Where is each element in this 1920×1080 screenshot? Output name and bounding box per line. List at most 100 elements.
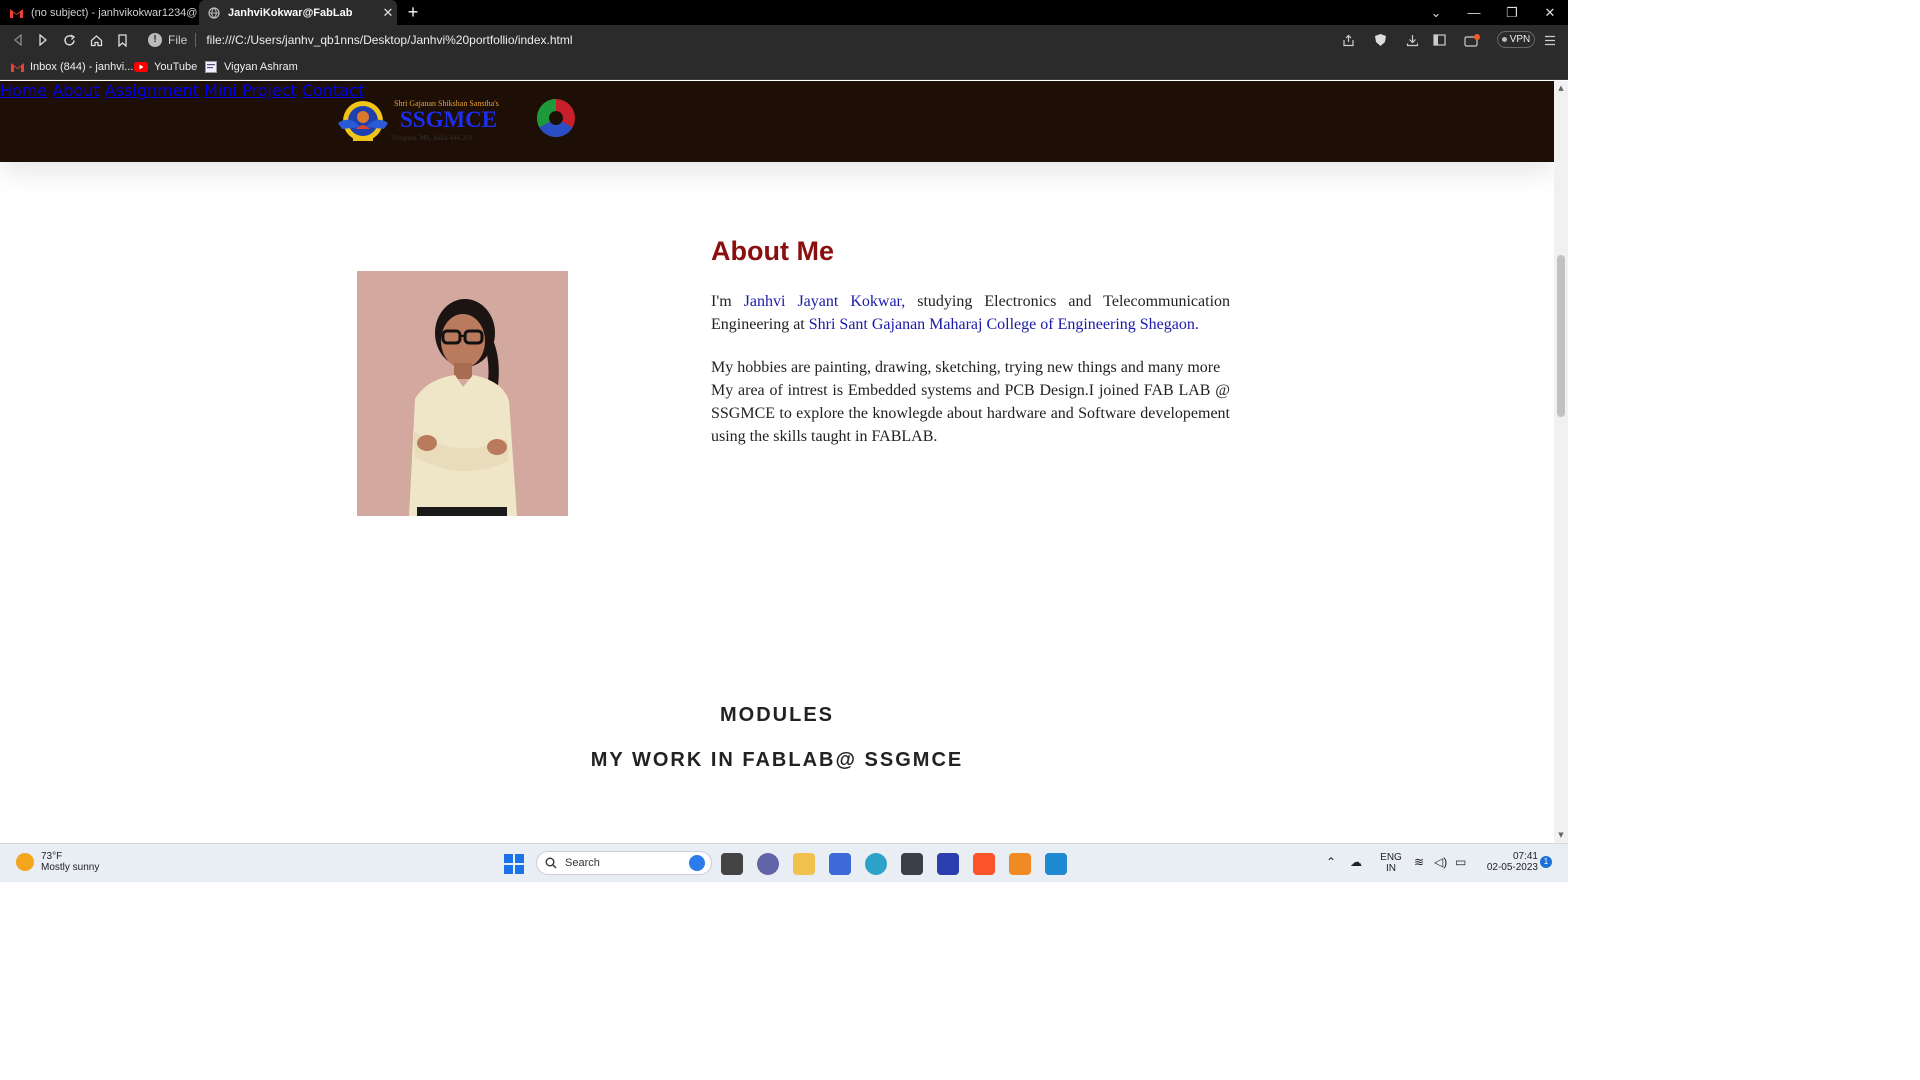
file-explorer-icon[interactable] bbox=[793, 853, 815, 875]
about-intro-paragraph: I'm Janhvi Jayant Kokwar, studying Elect… bbox=[711, 290, 1230, 336]
page-viewport: Shri Gajanan Shikshan Sanstha's SSGMCE S… bbox=[0, 81, 1568, 843]
tab-gmail[interactable]: (no subject) - janhvikokwar1234@gmail.co… bbox=[0, 0, 198, 25]
bookmarks-bar: Inbox (844) - janhvi... YouTube Vigyan A… bbox=[0, 54, 1568, 80]
tab-title: (no subject) - janhvikokwar1234@gmail.co… bbox=[31, 6, 198, 19]
battery-icon[interactable]: ▭ bbox=[1455, 855, 1466, 869]
tray-overflow-icon[interactable]: ⌃ bbox=[1326, 855, 1336, 869]
url-separator bbox=[195, 32, 197, 47]
logo-name: SSGMCE bbox=[400, 107, 497, 132]
weather-desc: Mostly sunny bbox=[41, 862, 100, 873]
address-bar[interactable]: ! File file:///C:/Users/janhv_qb1nns/Des… bbox=[140, 28, 1370, 51]
sidebar-icon[interactable] bbox=[1429, 30, 1449, 50]
brave-icon[interactable] bbox=[973, 853, 995, 875]
wallet-icon[interactable] bbox=[1462, 30, 1482, 50]
about-title: About Me bbox=[711, 236, 834, 266]
download-icon[interactable] bbox=[1402, 30, 1422, 50]
vpn-status-dot bbox=[1501, 37, 1507, 42]
gmail-icon bbox=[10, 6, 23, 19]
nav-mini-project[interactable]: Mini Project bbox=[204, 81, 297, 100]
bookmark-vigyan-ashram[interactable]: Vigyan Ashram bbox=[204, 58, 298, 76]
modules-heading: MODULES bbox=[720, 704, 834, 726]
scroll-thumb[interactable] bbox=[1557, 255, 1565, 417]
wifi-icon[interactable]: ≋ bbox=[1414, 855, 1424, 869]
url-scheme-label: File bbox=[168, 32, 188, 47]
hobbies-paragraph: My hobbies are painting, drawing, sketch… bbox=[711, 359, 1221, 376]
site-info-icon[interactable]: ! bbox=[148, 32, 162, 47]
language-indicator[interactable]: ENG IN bbox=[1378, 852, 1404, 874]
home-icon[interactable] bbox=[86, 30, 106, 50]
intro-prefix: I'm bbox=[711, 293, 744, 310]
tab-portfolio[interactable]: JanhviKokwar@FabLab ✕ bbox=[199, 0, 397, 25]
search-icon bbox=[545, 857, 557, 869]
college-logo[interactable]: Shri Gajanan Shikshan Sanstha's SSGMCE S… bbox=[334, 93, 580, 153]
site-header: Shri Gajanan Shikshan Sanstha's SSGMCE S… bbox=[0, 81, 1554, 162]
globe-icon bbox=[207, 6, 220, 19]
search-placeholder: Search bbox=[565, 857, 600, 869]
interest-paragraph: My area of intrest is Embedded systems a… bbox=[711, 382, 1230, 445]
youtube-icon bbox=[134, 61, 148, 73]
bookmark-youtube[interactable]: YouTube bbox=[134, 58, 197, 76]
bookmark-label: Inbox (844) - janhvi... bbox=[30, 61, 134, 73]
new-tab-button[interactable]: + bbox=[403, 2, 423, 22]
url-text[interactable]: file:///C:/Users/janhv_qb1nns/Desktop/Ja… bbox=[206, 33, 572, 47]
share-icon[interactable] bbox=[1338, 30, 1358, 50]
taskbar: 73°F Mostly sunny Search ⌃ ☁ ENG IN ≋ ◁)… bbox=[0, 843, 1568, 882]
lang-line2: IN bbox=[1386, 863, 1396, 874]
student-name: Janhvi Jayant Kokwar, bbox=[743, 293, 906, 310]
gmail-icon bbox=[10, 61, 24, 73]
taskbar-search[interactable]: Search bbox=[536, 851, 712, 875]
app-cube-icon[interactable] bbox=[901, 853, 923, 875]
lang-line1: ENG bbox=[1380, 852, 1402, 863]
clock-time: 07:41 bbox=[1512, 851, 1538, 862]
menu-icon[interactable] bbox=[1540, 30, 1560, 50]
scroll-up-icon[interactable]: ▲ bbox=[1557, 84, 1565, 92]
edge-icon[interactable] bbox=[865, 853, 887, 875]
about-text: I'm Janhvi Jayant Kokwar, studying Elect… bbox=[711, 290, 1230, 448]
bookmark-label: YouTube bbox=[154, 61, 198, 73]
main-nav: Home About Assignment Mini Project Conta… bbox=[0, 81, 1554, 100]
nav-about[interactable]: About bbox=[52, 81, 99, 100]
back-icon[interactable] bbox=[8, 30, 28, 50]
vlc-icon[interactable] bbox=[1009, 853, 1031, 875]
sun-icon bbox=[16, 853, 34, 871]
nav-assignment[interactable]: Assignment bbox=[105, 81, 199, 100]
clock-date: 02-05-2023 bbox=[1486, 862, 1538, 873]
task-view-icon[interactable] bbox=[721, 853, 743, 875]
page-icon bbox=[204, 61, 218, 73]
college-name: Shri Sant Gajanan Maharaj College of Eng… bbox=[808, 316, 1199, 333]
store-icon[interactable] bbox=[829, 853, 851, 875]
weather-widget[interactable]: 73°F Mostly sunny bbox=[16, 851, 99, 873]
browser-tab-bar: (no subject) - janhvikokwar1234@gmail.co… bbox=[0, 0, 1568, 25]
reload-icon[interactable] bbox=[59, 30, 79, 50]
close-window-button[interactable]: ✕ bbox=[1532, 0, 1568, 25]
clock[interactable]: 07:41 02-05-2023 bbox=[1476, 851, 1538, 873]
bookmark-inbox[interactable]: Inbox (844) - janhvi... bbox=[10, 58, 133, 76]
onedrive-icon[interactable]: ☁ bbox=[1350, 855, 1362, 869]
nav-home[interactable]: Home bbox=[0, 81, 47, 100]
profile-photo bbox=[357, 271, 568, 516]
bookmark-icon[interactable] bbox=[112, 30, 132, 50]
close-tab-icon[interactable]: ✕ bbox=[379, 5, 397, 21]
vpn-label: VPN bbox=[1509, 34, 1531, 45]
forward-icon[interactable] bbox=[33, 30, 53, 50]
code-app-icon[interactable] bbox=[937, 853, 959, 875]
minimize-button[interactable]: — bbox=[1456, 0, 1492, 25]
logo-line3: Shegaon, MS, India 444 203 bbox=[392, 134, 473, 142]
bookmark-label: Vigyan Ashram bbox=[224, 61, 298, 73]
vscode-icon[interactable] bbox=[1045, 853, 1067, 875]
brave-shield-icon[interactable] bbox=[1370, 30, 1390, 50]
tab-title: JanhviKokwar@FabLab bbox=[228, 6, 353, 19]
teams-chat-icon[interactable] bbox=[757, 853, 779, 875]
page-scrollbar[interactable]: ▲ ▼ bbox=[1554, 81, 1568, 843]
weather-temp: 73°F bbox=[41, 851, 63, 862]
notification-badge[interactable]: 1 bbox=[1540, 856, 1552, 868]
volume-icon[interactable]: ◁) bbox=[1434, 855, 1447, 869]
bing-icon bbox=[689, 855, 705, 871]
restore-button[interactable]: ❐ bbox=[1494, 0, 1530, 25]
vpn-button[interactable]: VPN bbox=[1497, 31, 1535, 48]
tab-search-chevron-icon[interactable]: ⌄ bbox=[1418, 0, 1454, 25]
scroll-down-icon[interactable]: ▼ bbox=[1557, 831, 1565, 839]
windows-start-icon[interactable] bbox=[503, 853, 525, 875]
browser-toolbar: ! File file:///C:/Users/janhv_qb1nns/Des… bbox=[0, 25, 1568, 54]
work-heading: MY WORK IN FABLAB@ SSGMCE bbox=[590, 749, 964, 771]
